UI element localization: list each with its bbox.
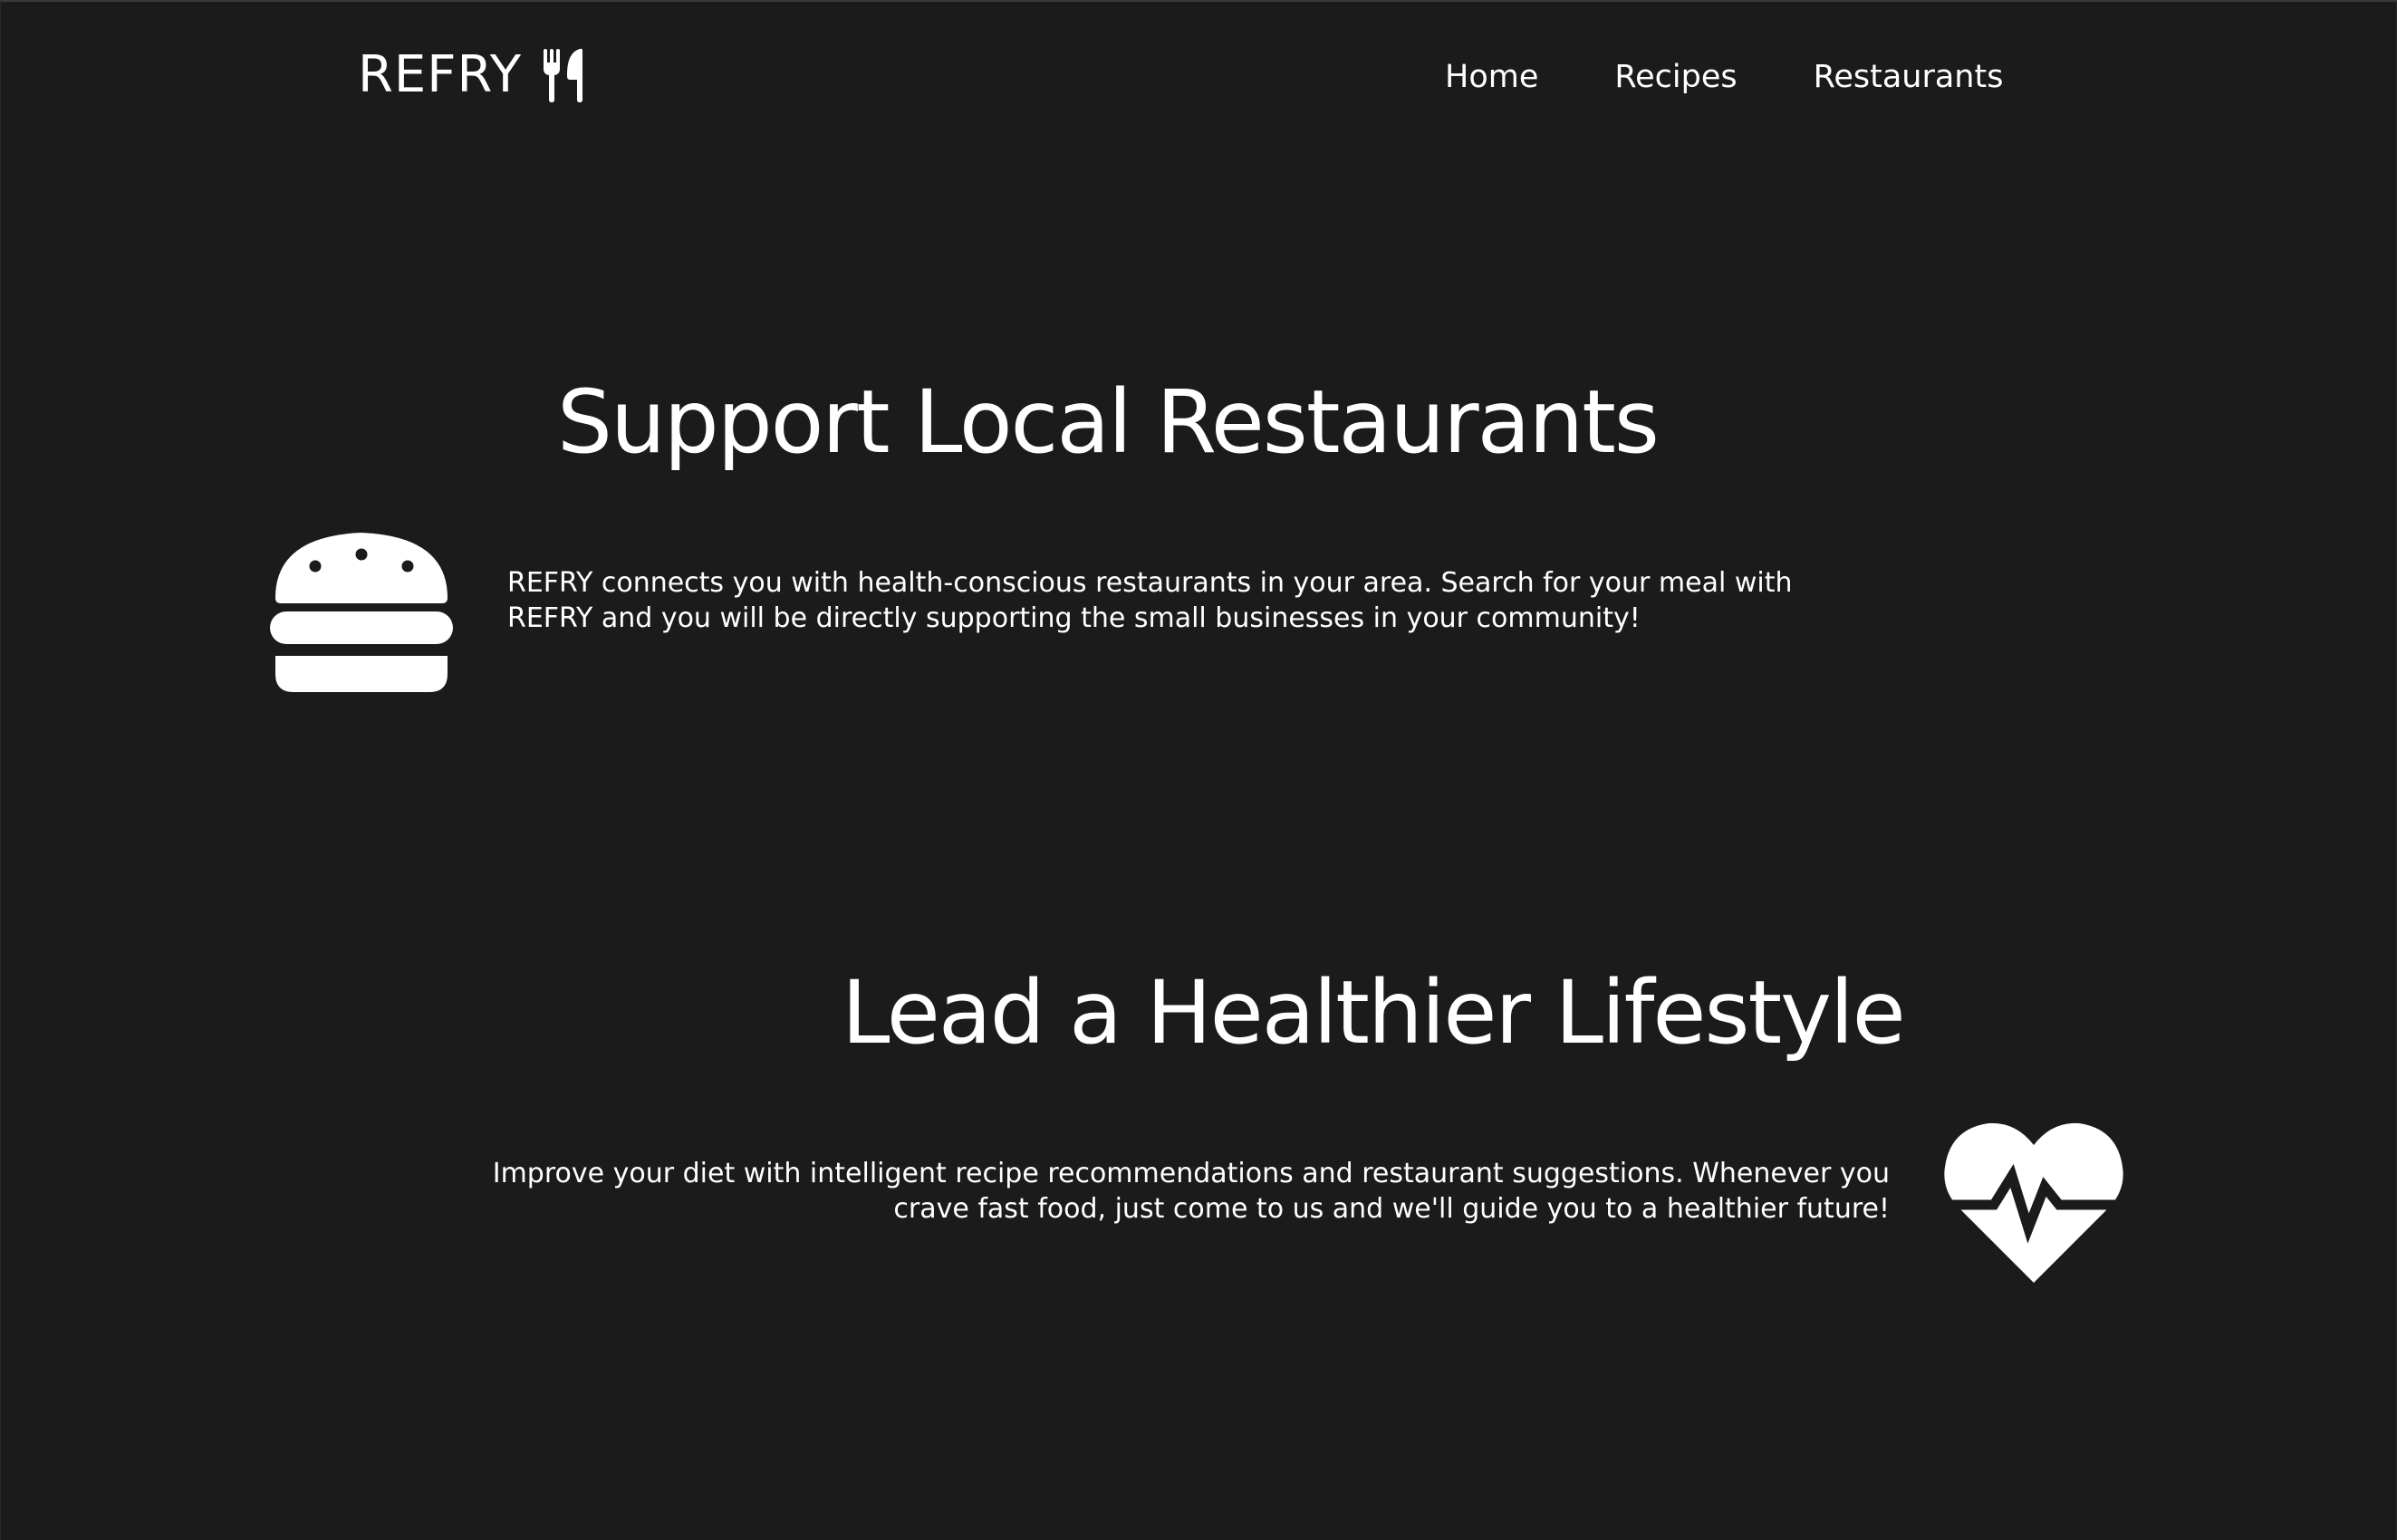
utensils-icon (544, 48, 583, 102)
burger-icon (270, 533, 453, 692)
brand-name: REFRY (358, 45, 523, 104)
main-nav: Home Recipes Restaurants (1445, 53, 2003, 101)
section-title: Support Local Restaurants (557, 371, 1660, 473)
section-title: Lead a Healthier Lifestyle (842, 962, 1906, 1064)
brand-logo-link[interactable]: REFRY (358, 43, 585, 107)
nav-restaurants-link[interactable]: Restaurants (1814, 53, 2004, 101)
nav-home-link[interactable]: Home (1445, 53, 1538, 101)
heart-pulse-icon (1941, 1122, 2126, 1283)
nav-recipes-link[interactable]: Recipes (1614, 53, 1737, 101)
section-description: Improve your diet with intelligent recip… (492, 1158, 1890, 1225)
section-description: REFRY connects you with health-conscious… (507, 567, 1793, 634)
window-frame (0, 0, 2397, 1540)
